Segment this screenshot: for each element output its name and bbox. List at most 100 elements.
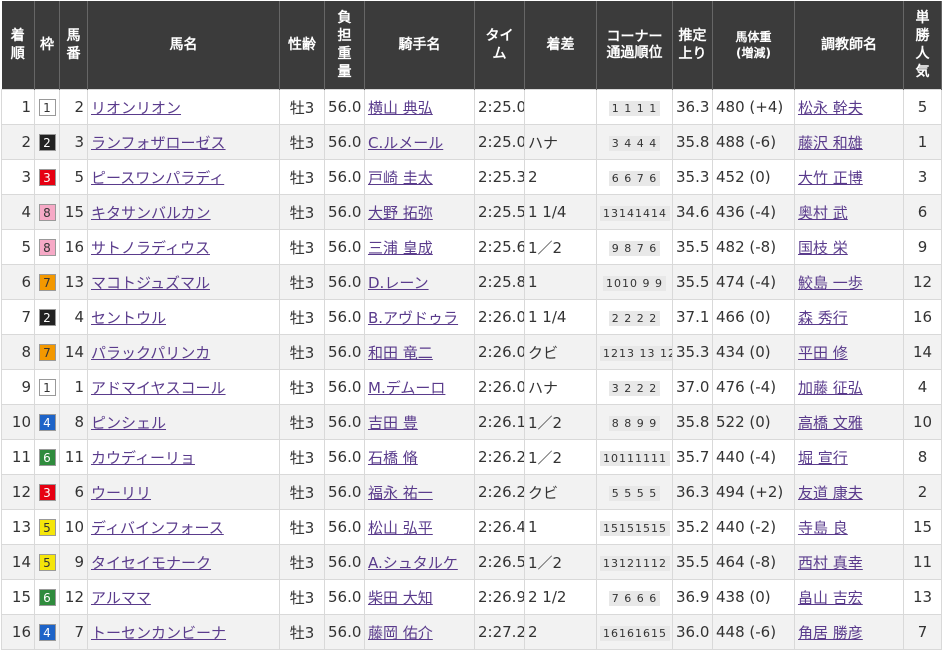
body-cell: 482 (-8) xyxy=(712,229,795,265)
jockey-link[interactable]: 石橋 脩 xyxy=(368,449,418,467)
trainer-link[interactable]: 大竹 正博 xyxy=(798,169,863,187)
jockey-link[interactable]: A.シュタルケ xyxy=(368,554,458,572)
horse-link[interactable]: セントウル xyxy=(91,309,166,327)
trainer-link[interactable]: 松永 幹夫 xyxy=(798,99,863,117)
horse-link[interactable]: サトノラディウス xyxy=(91,239,210,257)
umaban-cell: 11 xyxy=(59,439,88,475)
trainer-link[interactable]: 奥村 武 xyxy=(798,204,848,222)
horse-link[interactable]: ウーリリ xyxy=(91,484,151,502)
jockey-link[interactable]: 福永 祐一 xyxy=(368,484,433,502)
rank-cell: 1 xyxy=(1,89,35,125)
trainer-cell: 国枝 栄 xyxy=(794,229,904,265)
jockey-link[interactable]: 横山 典弘 xyxy=(368,99,433,117)
horse-link[interactable]: ディバインフォース xyxy=(91,519,224,537)
horse-link[interactable]: ピースワンパラディ xyxy=(91,169,224,187)
horse-link[interactable]: タイセイモナーク xyxy=(91,554,211,572)
trainer-link[interactable]: 友道 康夫 xyxy=(798,484,863,502)
jockey-link[interactable]: B.アヴドゥラ xyxy=(368,309,458,327)
trainer-link[interactable]: 堀 宣行 xyxy=(798,449,848,467)
horse-link[interactable]: カウディーリョ xyxy=(91,449,195,467)
col-margin[interactable]: 着差 xyxy=(524,1,597,90)
trainer-link[interactable]: 畠山 吉宏 xyxy=(798,589,863,607)
col-horse[interactable]: 馬名 xyxy=(87,1,280,90)
trainer-link[interactable]: 鮫島 一歩 xyxy=(798,274,863,292)
jockey-link[interactable]: M.デムーロ xyxy=(368,379,445,397)
horse-link[interactable]: トーセンカンビーナ xyxy=(91,624,226,642)
table-row: 11 6 11 カウディーリョ 牡3 56.0 石橋 脩 2:26.2 1／2 10111111 3… xyxy=(1,439,942,475)
weight-cell: 56.0 xyxy=(324,509,365,545)
jockey-cell: 柴田 大知 xyxy=(364,579,475,615)
time-cell: 2:25.5 xyxy=(474,194,525,230)
col-trainer[interactable]: 調教師名 xyxy=(794,1,904,90)
col-jockey[interactable]: 騎手名 xyxy=(364,1,475,90)
waku-cell: 7 xyxy=(34,264,60,300)
col-sexage[interactable]: 性齢 xyxy=(279,1,325,90)
col-time[interactable]: タイム xyxy=(474,1,525,90)
col-umaban[interactable]: 馬番 xyxy=(59,1,88,90)
horse-link[interactable]: ピンシェル xyxy=(91,414,166,432)
trainer-link[interactable]: 角居 勝彦 xyxy=(798,624,863,642)
trainer-cell: 藤沢 和雄 xyxy=(794,124,904,160)
sexage-cell: 牡3 xyxy=(279,614,325,650)
col-rank[interactable]: 着順 xyxy=(1,1,35,90)
jockey-link[interactable]: 松山 弘平 xyxy=(368,519,433,537)
margin-cell: 1 xyxy=(524,264,597,300)
horse-link[interactable]: リオンリオン xyxy=(91,99,181,117)
pop-cell: 3 xyxy=(903,159,942,195)
col-weight[interactable]: 負担重量 xyxy=(324,1,365,90)
jockey-link[interactable]: 藤岡 佑介 xyxy=(368,624,433,642)
trainer-link[interactable]: 平田 修 xyxy=(798,344,848,362)
horse-link[interactable]: アドマイヤスコール xyxy=(91,379,226,397)
horse-link[interactable]: ランフォザローゼス xyxy=(91,134,226,152)
pop-cell: 7 xyxy=(903,614,942,650)
trainer-link[interactable]: 藤沢 和雄 xyxy=(798,134,863,152)
margin-cell xyxy=(524,89,597,125)
umaban-cell: 10 xyxy=(59,509,88,545)
col-last3f[interactable]: 推定上り xyxy=(672,1,713,90)
pop-cell: 11 xyxy=(903,544,942,580)
jockey-cell: 和田 竜二 xyxy=(364,334,475,370)
jockey-link[interactable]: D.レーン xyxy=(368,274,429,292)
time-cell: 2:26.2 xyxy=(474,439,525,475)
jockey-link[interactable]: 三浦 皇成 xyxy=(368,239,433,257)
horse-link[interactable]: アルママ xyxy=(91,589,151,607)
horse-link[interactable]: マコトジュズマル xyxy=(91,274,210,292)
trainer-link[interactable]: 寺島 良 xyxy=(798,519,848,537)
corner-order: 16161615 xyxy=(600,626,670,641)
horse-link[interactable]: パラックパリンカ xyxy=(91,344,210,362)
trainer-link[interactable]: 加藤 征弘 xyxy=(798,379,863,397)
umaban-cell: 12 xyxy=(59,579,88,615)
jockey-link[interactable]: 吉田 豊 xyxy=(368,414,418,432)
jockey-link[interactable]: C.ルメール xyxy=(368,134,443,152)
jockey-link[interactable]: 大野 拓弥 xyxy=(368,204,433,222)
rank-cell: 8 xyxy=(1,334,35,370)
margin-cell: クビ xyxy=(524,334,597,370)
horse-cell: リオンリオン xyxy=(87,89,280,125)
trainer-link[interactable]: 森 秀行 xyxy=(798,309,848,327)
body-cell: 434 (0) xyxy=(712,334,795,370)
trainer-link[interactable]: 高橋 文雅 xyxy=(798,414,863,432)
jockey-link[interactable]: 戸崎 圭太 xyxy=(368,169,433,187)
corner-order: 15151515 xyxy=(600,521,670,536)
col-pop[interactable]: 単勝人気 xyxy=(903,1,942,90)
jockey-cell: B.アヴドゥラ xyxy=(364,299,475,335)
margin-cell: クビ xyxy=(524,474,597,510)
corner-cell: 1 1 1 1 xyxy=(596,89,673,125)
horse-cell: パラックパリンカ xyxy=(87,334,280,370)
col-body[interactable]: 馬体重 (増減) xyxy=(712,1,795,90)
jockey-link[interactable]: 柴田 大知 xyxy=(368,589,433,607)
waku-cell: 8 xyxy=(34,229,60,265)
jockey-link[interactable]: 和田 竜二 xyxy=(368,344,433,362)
body-cell: 476 (-4) xyxy=(712,369,795,405)
table-row: 9 1 1 アドマイヤスコール 牡3 56.0 M.デムーロ 2:26.0 ハナ 3 2 2 23… xyxy=(1,369,942,405)
trainer-link[interactable]: 西村 真幸 xyxy=(798,554,863,572)
margin-cell: 1／2 xyxy=(524,404,597,440)
waku-badge: 1 xyxy=(38,379,56,396)
trainer-link[interactable]: 国枝 栄 xyxy=(798,239,848,257)
col-waku[interactable]: 枠 xyxy=(34,1,60,90)
corner-cell: 7 6 6 6 xyxy=(596,579,673,615)
jockey-cell: M.デムーロ xyxy=(364,369,475,405)
rank-cell: 3 xyxy=(1,159,35,195)
col-corner[interactable]: コーナー 通過順位 xyxy=(596,1,673,90)
horse-link[interactable]: キタサンバルカン xyxy=(91,204,211,222)
